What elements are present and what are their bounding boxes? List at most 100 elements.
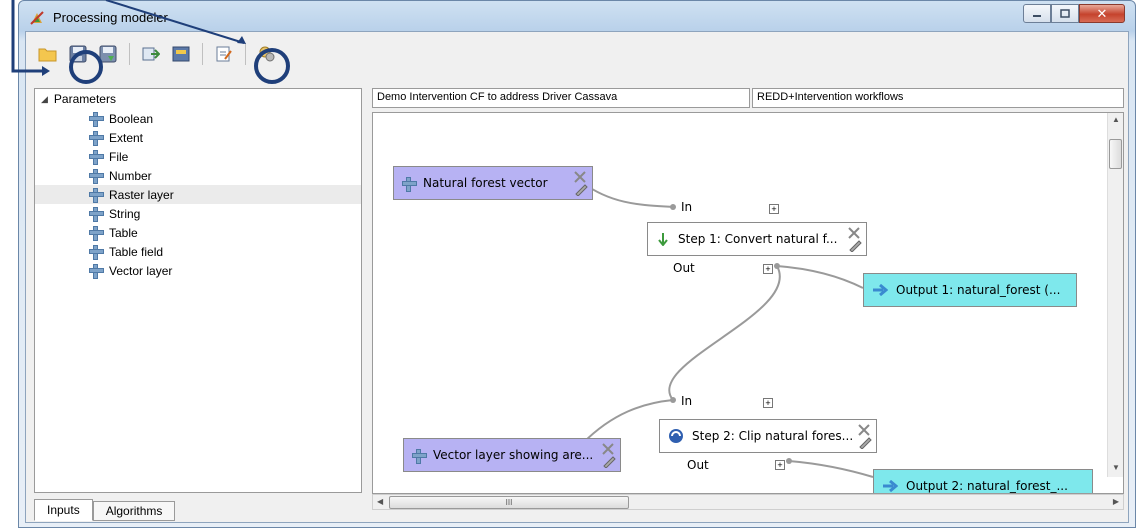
expand-icon[interactable]: +: [763, 264, 773, 274]
export-python-icon: [172, 46, 190, 62]
toolbar-separator: [202, 43, 203, 65]
step1-in-port: In: [681, 200, 693, 214]
scroll-up-icon[interactable]: ▲: [1112, 115, 1120, 124]
scroll-right-icon[interactable]: ▶: [1113, 497, 1119, 506]
maximize-icon: [1060, 9, 1070, 18]
expand-icon[interactable]: +: [775, 460, 785, 470]
parameter-item-number[interactable]: Number: [35, 166, 361, 185]
collapse-arrow-icon[interactable]: ◢: [41, 94, 48, 105]
plus-icon: [89, 245, 104, 260]
algorithm-icon: [658, 233, 668, 246]
run-icon: [259, 46, 275, 62]
save-as-button[interactable]: [96, 42, 120, 66]
modeler-client-area: ◢ Parameters Boolean Extent File Number: [25, 31, 1129, 523]
node-label: Vector layer showing are...: [433, 448, 594, 462]
node-label: Natural forest vector: [423, 176, 548, 190]
algorithm-node-step-2[interactable]: Step 2: Clip natural fores...: [659, 419, 877, 453]
algorithm-node-step-1[interactable]: Step 1: Convert natural f...: [647, 222, 867, 256]
arrow-right-icon: [873, 284, 888, 296]
arrow-right-icon: [883, 480, 898, 492]
tab-inputs[interactable]: Inputs: [34, 499, 93, 521]
plus-icon: [402, 176, 417, 192]
processing-app-icon: [30, 11, 44, 25]
plus-icon: [89, 150, 104, 165]
minimize-button[interactable]: [1023, 4, 1051, 23]
plus-icon: [89, 264, 104, 279]
parameter-item-label: Table: [109, 225, 138, 240]
parameter-item-table-field[interactable]: Table field: [35, 242, 361, 261]
parameter-item-label: Extent: [109, 130, 144, 145]
plus-icon: [89, 226, 104, 241]
maximize-button[interactable]: [1051, 4, 1079, 23]
processing-modeler-window: Processing modeler ✕ ◢ Parameters Boolea…: [18, 0, 1136, 528]
toolbar-separator: [245, 43, 246, 65]
saga-algorithm-icon: [669, 429, 683, 443]
node-edit-tools-icon[interactable]: [572, 170, 588, 196]
window-title: Processing modeler: [53, 10, 168, 25]
save-as-icon: [99, 45, 117, 63]
plus-icon: [412, 448, 427, 464]
step2-out-port: Out: [687, 458, 709, 472]
export-image-icon: [142, 47, 160, 61]
scroll-down-icon[interactable]: ▼: [1112, 463, 1120, 472]
title-bar: Processing modeler ✕: [19, 1, 1135, 31]
node-label: Output 2: natural_forest_...: [906, 479, 1068, 493]
model-group-field[interactable]: REDD+Intervention workflows: [752, 88, 1124, 108]
step1-out-port: Out: [673, 261, 695, 275]
scroll-left-icon[interactable]: ◀: [377, 497, 383, 506]
parameter-item-vector-layer[interactable]: Vector layer: [35, 261, 361, 280]
close-button[interactable]: ✕: [1079, 4, 1125, 23]
plus-icon: [89, 207, 104, 222]
model-canvas[interactable]: Natural forest vector In + Step 1: Conve…: [372, 112, 1124, 494]
expand-icon[interactable]: +: [769, 204, 779, 214]
node-edit-tools-icon[interactable]: [856, 423, 872, 449]
plus-icon: [89, 112, 104, 127]
parameter-item-label: Number: [109, 168, 152, 183]
parameters-label: Parameters: [53, 92, 116, 106]
parameters-tree-root[interactable]: ◢ Parameters: [41, 92, 116, 106]
node-label: Output 1: natural_forest (...: [896, 283, 1061, 297]
horizontal-scrollbar[interactable]: ◀ III ▶: [372, 494, 1124, 510]
step2-in-port: In: [681, 394, 693, 408]
panel-tabs: Inputs Algorithms: [34, 499, 176, 521]
edit-help-button[interactable]: [212, 42, 236, 66]
node-edit-tools-icon[interactable]: [600, 442, 616, 468]
close-icon: ✕: [1096, 5, 1108, 21]
node-label: Step 1: Convert natural f...: [678, 232, 838, 246]
export-image-button[interactable]: [139, 42, 163, 66]
open-model-button[interactable]: [36, 42, 60, 66]
parameter-item-file[interactable]: File: [35, 147, 361, 166]
plus-icon: [89, 131, 104, 146]
model-name-field[interactable]: Demo Intervention CF to address Driver C…: [372, 88, 750, 108]
vertical-scroll-thumb[interactable]: [1109, 139, 1122, 169]
parameter-item-label: File: [109, 149, 129, 164]
parameter-node-vector-layer[interactable]: Vector layer showing are...: [403, 438, 621, 472]
parameter-item-extent[interactable]: Extent: [35, 128, 361, 147]
tab-algorithms[interactable]: Algorithms: [92, 501, 176, 521]
output-node-1[interactable]: Output 1: natural_forest (...: [863, 273, 1077, 307]
parameter-item-raster-layer[interactable]: Raster layer: [35, 185, 361, 204]
parameter-node-natural-forest-vector[interactable]: Natural forest vector: [393, 166, 593, 200]
horizontal-scroll-thumb[interactable]: III: [389, 496, 629, 509]
parameter-item-table[interactable]: Table: [35, 223, 361, 242]
node-edit-tools-icon[interactable]: [846, 226, 862, 252]
parameter-item-label: Vector layer: [109, 263, 173, 278]
export-python-button[interactable]: [169, 42, 193, 66]
parameter-item-label: Boolean: [109, 111, 154, 126]
output-node-2[interactable]: Output 2: natural_forest_...: [873, 469, 1093, 493]
expand-icon[interactable]: +: [763, 398, 773, 408]
save-button[interactable]: [66, 42, 90, 66]
node-label: Step 2: Clip natural fores...: [692, 429, 854, 443]
toolbar-separator: [129, 43, 130, 65]
parameter-item-label: String: [109, 206, 141, 221]
save-icon: [69, 45, 87, 63]
run-model-button[interactable]: [255, 42, 279, 66]
plus-icon: [89, 169, 104, 184]
edit-help-icon: [216, 46, 232, 62]
parameter-item-label: Table field: [109, 244, 164, 259]
parameter-item-string[interactable]: String: [35, 204, 361, 223]
inputs-panel: ◢ Parameters Boolean Extent File Number: [34, 88, 362, 493]
minimize-icon: [1033, 14, 1041, 17]
parameter-item-boolean[interactable]: Boolean: [35, 109, 361, 128]
vertical-scrollbar[interactable]: ▲ ▼: [1107, 113, 1123, 477]
